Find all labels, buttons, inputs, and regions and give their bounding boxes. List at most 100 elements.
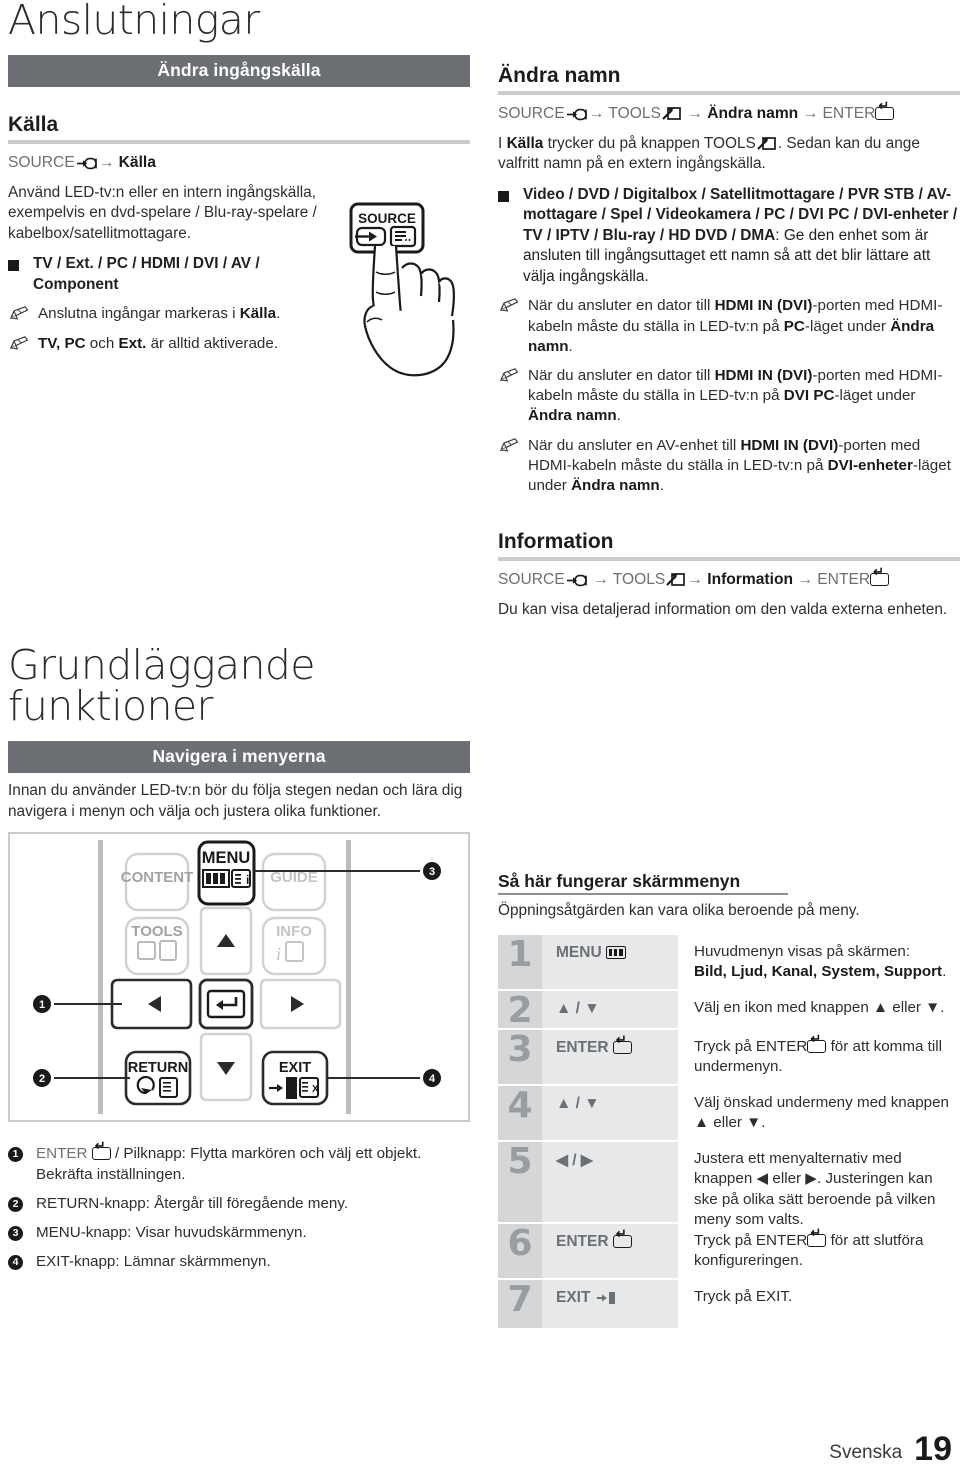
legend-item-4: 4 EXIT-knapp: Lämnar skärmmenyn. bbox=[8, 1252, 470, 1272]
n3g: . bbox=[659, 477, 664, 495]
kalla-note-2: TV, PC och Ext. är alltid aktiverade. bbox=[8, 334, 348, 355]
n3b: HDMI IN (DVI) bbox=[740, 436, 839, 454]
navpath-target: Information bbox=[707, 571, 793, 589]
legend-item-3: 3 MENU-knapp: Visar huvudskärmmenyn. bbox=[8, 1223, 470, 1243]
navpath-target: Källa bbox=[118, 154, 156, 172]
footer-language: Svenska bbox=[829, 1442, 903, 1463]
step-description: Välj en ikon med knappen ▲ eller ▼. bbox=[694, 999, 945, 1017]
n1g: . bbox=[568, 337, 573, 355]
manual-page: Anslutningar Ändra ingångskälla Källa SO… bbox=[0, 0, 960, 1472]
footer-page-number: 19 bbox=[914, 1430, 952, 1469]
enter-icon bbox=[875, 99, 895, 121]
legend-number-1: 1 bbox=[8, 1144, 36, 1184]
heading-kalla: Källa bbox=[8, 113, 59, 136]
step-key: ▲ / ▼ bbox=[542, 1086, 678, 1141]
step-key-label: ENTER bbox=[556, 1039, 609, 1057]
navigera-intro: Innan du använder LED-tv:n bör du följa … bbox=[8, 782, 463, 820]
step-description: Tryck på ENTER för att komma till underm… bbox=[678, 1030, 960, 1084]
n2g: . bbox=[616, 407, 621, 425]
heading-rule bbox=[498, 91, 960, 96]
navpath-source-label: SOURCE bbox=[498, 105, 565, 123]
information-body: Du kan visa detaljerad information om de… bbox=[498, 601, 948, 619]
chapter-title-anslutningar: Anslutningar bbox=[8, 0, 260, 44]
svg-text:INFO: INFO bbox=[276, 923, 312, 940]
pencil-icon bbox=[8, 336, 32, 355]
step-key-label: EXIT bbox=[556, 1289, 591, 1307]
enter-icon bbox=[807, 1032, 827, 1054]
table-row: 7 EXIT Tryck på EXIT. bbox=[498, 1280, 960, 1329]
step-number: 4 bbox=[498, 1086, 542, 1141]
navpath-source-label: SOURCE bbox=[498, 571, 565, 589]
legend-text-1: ENTER / Pilknapp: Flytta markören och vä… bbox=[36, 1139, 470, 1184]
legend-text-2: RETURN-knapp: Återgår till föregående me… bbox=[36, 1194, 349, 1212]
exit-icon bbox=[596, 1292, 615, 1305]
legend-item-1: 1 ENTER / Pilknapp: Flytta markören och … bbox=[8, 1139, 470, 1184]
legend-text-4: EXIT-knapp: Lämnar skärmmenyn. bbox=[36, 1253, 271, 1271]
rename-note-1-text: När du ansluter en dator till HDMI IN (D… bbox=[528, 296, 960, 357]
kalla-note-1: Anslutna ingångar markeras i Källa. bbox=[8, 304, 348, 325]
step-key: ▲ / ▼ bbox=[542, 991, 678, 1029]
pencil-icon bbox=[498, 437, 522, 497]
chapter-title-grundlaggande: Grundläggande funktioner bbox=[8, 641, 316, 731]
enter-icon bbox=[870, 565, 890, 587]
table-row: 2 ▲ / ▼ Välj en ikon med knappen ▲ eller… bbox=[498, 991, 960, 1029]
step-desc-a: Huvudmenyn visas på skärmen: bbox=[694, 943, 911, 961]
svg-text:MENU: MENU bbox=[202, 849, 251, 867]
tools-icon bbox=[666, 573, 686, 587]
step-number: 1 bbox=[498, 935, 542, 990]
callout-circle-3: 3 bbox=[8, 1226, 23, 1242]
step-description: Tryck på EXIT. bbox=[694, 1288, 793, 1306]
pencil-icon bbox=[498, 368, 522, 427]
navpath-information: SOURCE → TOOLS → Information → ENTER bbox=[498, 565, 960, 591]
kalla-note-2-tail: är alltid aktiverade. bbox=[146, 335, 279, 353]
section-bar-navigera: Navigera i menyerna bbox=[8, 741, 470, 774]
navpath-target: Ändra namn bbox=[707, 105, 799, 123]
step-desc-bold: Bild, Ljud, Kanal, System, Support bbox=[694, 963, 943, 981]
n2f: Ändra namn bbox=[528, 407, 617, 425]
step-key-label: ENTER bbox=[556, 1233, 609, 1251]
enter-icon bbox=[91, 1139, 111, 1161]
step-key: ◀ / ▶ bbox=[542, 1142, 678, 1223]
table-row: 1 MENU Huvudmenyn visas på skärmen: Bild,… bbox=[498, 935, 960, 990]
navpath-enter-label: ENTER bbox=[822, 105, 876, 123]
square-bullet-icon bbox=[8, 260, 19, 272]
kalla-note-2-bold-a: TV, PC bbox=[38, 335, 86, 353]
step-number: 6 bbox=[498, 1224, 542, 1279]
step-key: MENU bbox=[542, 935, 678, 990]
intro-prefix: I bbox=[498, 134, 507, 152]
step-desc-tail: . bbox=[942, 963, 947, 981]
step-desc-a: Tryck på ENTER bbox=[694, 1232, 808, 1250]
enter-icon bbox=[807, 1226, 827, 1248]
n1b: HDMI IN (DVI) bbox=[714, 297, 813, 315]
step-description: Huvudmenyn visas på skärmen: Bild, Ljud, … bbox=[678, 935, 960, 989]
svg-text:i: i bbox=[276, 944, 281, 964]
source-button-hand-illustration: SOURCE bbox=[345, 200, 470, 400]
table-row: 4 ▲ / ▼ Välj önskad undermeny med knappe… bbox=[498, 1086, 960, 1141]
svg-text:i: i bbox=[246, 873, 249, 887]
menu-icon bbox=[605, 946, 626, 960]
andra-namn-intro: I Källa trycker du på knappen TOOLS. Sed… bbox=[498, 134, 960, 175]
svg-text:TOOLS: TOOLS bbox=[131, 923, 182, 940]
enter-icon bbox=[612, 1227, 632, 1249]
step-number: 5 bbox=[498, 1142, 542, 1223]
source-icon bbox=[566, 108, 587, 121]
table-row: 5 ◀ / ▶ Justera ett menyalternativ med k… bbox=[498, 1142, 960, 1228]
kalla-option-list: TV / Ext. / PC / HDMI / DVI / AV / Compo… bbox=[33, 255, 260, 293]
step-number: 2 bbox=[498, 991, 542, 1029]
step-number: 3 bbox=[498, 1030, 542, 1085]
device-name-list: Video / DVD / Digitalbox / Satellitmotta… bbox=[523, 185, 960, 287]
heading-rule bbox=[498, 557, 960, 562]
tools-icon bbox=[662, 107, 681, 120]
page-footer: Svenska 19 bbox=[829, 1430, 952, 1469]
enter-icon bbox=[612, 1033, 632, 1055]
legend-number-4: 4 bbox=[8, 1252, 36, 1272]
navpath-kalla: SOURCE → Källa bbox=[8, 152, 470, 174]
step-key: ENTER bbox=[542, 1030, 678, 1085]
navpath-tools-label: TOOLS bbox=[608, 105, 661, 123]
rename-note-3-text: När du ansluter en AV-enhet till HDMI IN… bbox=[528, 436, 960, 497]
remote-legend-list: 1 ENTER / Pilknapp: Flytta markören och … bbox=[8, 1139, 470, 1272]
kalla-note-1-bold: Källa bbox=[239, 305, 277, 323]
pencil-icon bbox=[498, 298, 522, 357]
device-name-bullet: Video / DVD / Digitalbox / Satellitmotta… bbox=[498, 185, 960, 287]
svg-text:RETURN: RETURN bbox=[128, 1060, 188, 1076]
